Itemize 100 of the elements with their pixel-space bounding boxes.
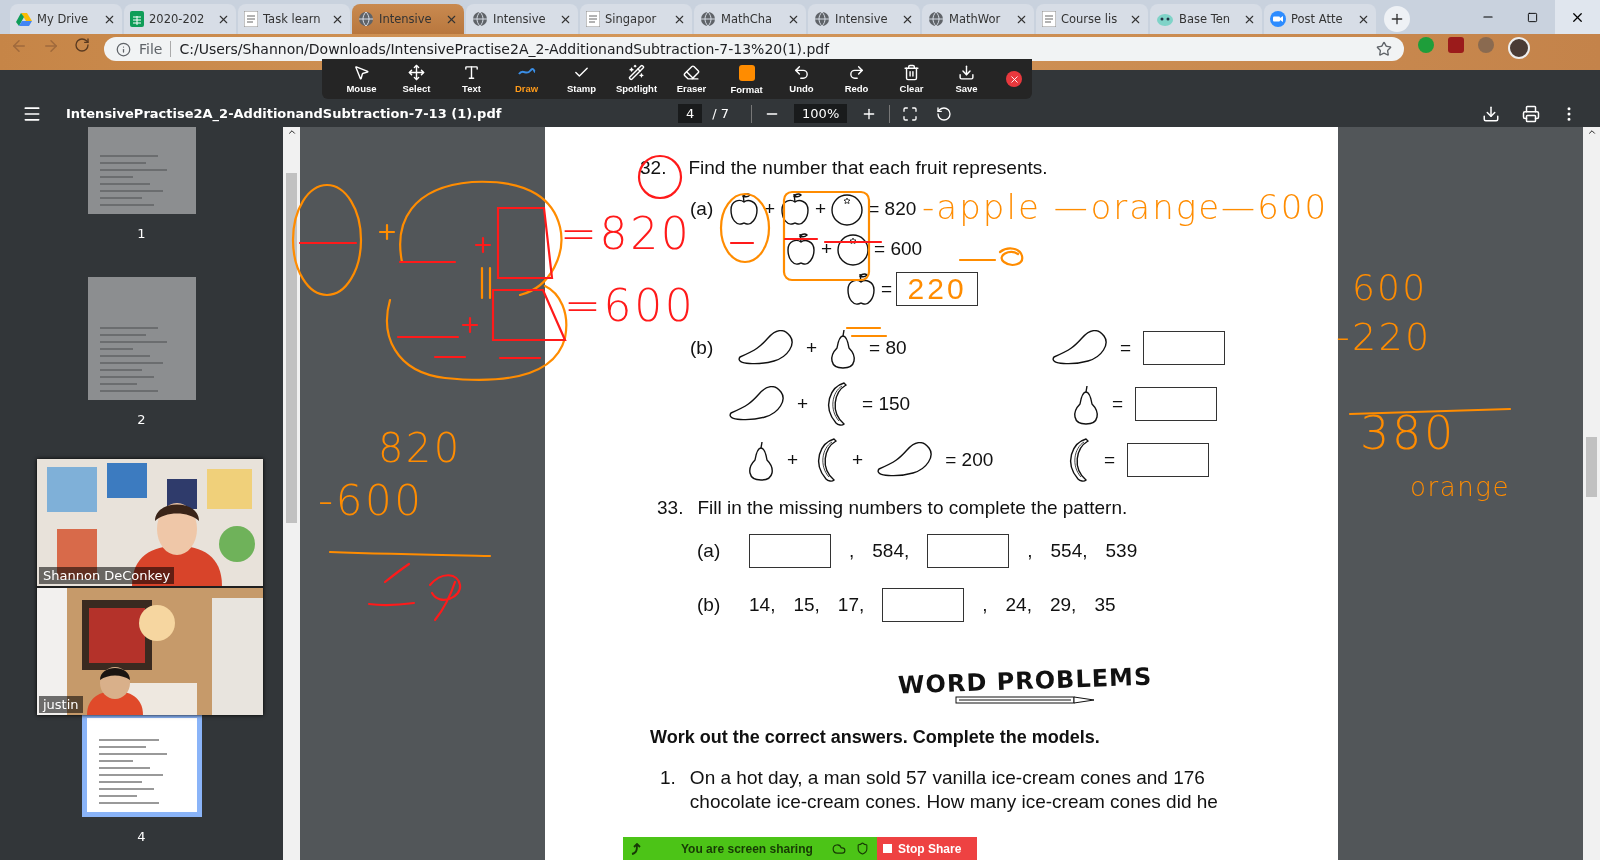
document-title: IntensivePractise2A_2-AdditionandSubtraction-7-13 (1).pdf (66, 106, 503, 121)
part-label: (a) (697, 540, 722, 562)
participant-name: Shannon DeConkey (39, 567, 175, 584)
scrollbar[interactable] (1583, 127, 1600, 860)
browser-tab[interactable]: Intensive (466, 4, 578, 34)
section-heading: WORD PROBLEMS (897, 662, 1153, 700)
browser-tab[interactable]: MathWor (922, 4, 1034, 34)
annotation-tool[interactable]: Format (719, 63, 774, 95)
browser-tab[interactable]: Singapor (580, 4, 692, 34)
participant-name: justin (39, 696, 83, 713)
browser-tab[interactable]: 2020-202 (124, 4, 236, 34)
video-camera-icon (1270, 11, 1286, 27)
browser-tab[interactable]: MathCha (694, 4, 806, 34)
annotation-tool[interactable]: Draw (499, 64, 554, 94)
browser-tab[interactable]: Post Atte (1264, 4, 1376, 34)
equation-text: 35 (1094, 594, 1116, 616)
document-icon (586, 11, 600, 27)
apple-icon (779, 191, 812, 227)
annotation-tool[interactable]: Spotlight (609, 64, 664, 94)
color-swatch-icon (737, 63, 756, 82)
page-count: / 7 (712, 106, 730, 121)
new-tab-button[interactable] (1384, 6, 1410, 32)
document-icon (244, 11, 258, 27)
redo-icon (848, 64, 865, 81)
fit-page-icon[interactable] (902, 105, 919, 122)
handwritten-note: =820 (560, 212, 692, 256)
zoom-field[interactable]: 100% (794, 104, 848, 123)
robot-icon (1156, 11, 1174, 27)
handwritten-answer: 220 (907, 272, 967, 306)
handwritten-note: 600 (1352, 270, 1428, 306)
browser-tab[interactable]: Course lis (1036, 4, 1148, 34)
equation-text: , (982, 594, 988, 616)
equation-text: + (787, 449, 799, 471)
wand-icon (628, 64, 645, 81)
page-number-field[interactable]: 4 (678, 104, 703, 123)
close-button[interactable] (1555, 0, 1600, 34)
browser-tab[interactable]: My Drive (10, 4, 122, 34)
close-icon[interactable] (1006, 71, 1022, 87)
equation-text: 24, (1005, 594, 1032, 616)
download-icon[interactable] (1482, 104, 1500, 123)
equation-text: = (1112, 393, 1124, 415)
shield-icon (856, 842, 869, 855)
page-thumbnail[interactable] (81, 713, 202, 817)
page-thumbnail[interactable] (87, 276, 196, 401)
info-icon[interactable] (116, 41, 131, 57)
annotation-tool[interactable]: Eraser (664, 64, 719, 94)
citrus-fruit-icon (830, 192, 865, 226)
eraser-icon (683, 64, 700, 81)
equation-text: + (821, 238, 833, 260)
apple-icon (845, 271, 877, 307)
handwritten-note: 380 (1360, 410, 1457, 456)
address-bar[interactable]: File C:/Users/Shannon/Downloads/IntensivePractise2A_2-AdditionandSubtraction-7-13%20(1).pdf (104, 37, 1404, 61)
handwritten-note: 820 (378, 428, 462, 468)
document-icon (1042, 11, 1056, 27)
mango-icon (727, 386, 785, 422)
pencil-icon (955, 695, 1095, 705)
bookmark-star-icon[interactable] (1376, 41, 1392, 57)
annotation-tool[interactable]: Redo (829, 64, 884, 94)
mango-icon (1050, 330, 1108, 366)
question-number: 32. (640, 157, 667, 179)
annotation-tool[interactable]: Select (389, 64, 444, 94)
browser-tab[interactable]: Task learn (238, 4, 350, 34)
profile-avatar[interactable] (1508, 37, 1530, 59)
mango-icon (736, 330, 794, 366)
browser-tab[interactable]: Intensive (808, 4, 920, 34)
scroll-up-icon[interactable] (286, 127, 297, 137)
equation-text: 14, (749, 594, 776, 616)
problem-number: 1. (660, 766, 676, 790)
instruction-text: Work out the correct answers. Complete the models. (650, 727, 1101, 748)
rotate-icon[interactable] (936, 105, 953, 122)
equation-text: , (1027, 540, 1033, 562)
handwritten-note: =600 (564, 284, 696, 328)
annotation-tool[interactable]: Mouse (334, 64, 389, 94)
restore-icon (1527, 11, 1538, 23)
globe-icon (700, 11, 716, 27)
annotation-tool[interactable]: Stamp (554, 64, 609, 94)
annotation-tool[interactable]: Save (939, 64, 994, 94)
equation-text: = 150 (862, 393, 911, 415)
browser-tab[interactable]: Base Ten (1150, 4, 1262, 34)
scroll-thumb[interactable] (286, 173, 297, 523)
annotation-tool[interactable]: Clear (884, 64, 939, 94)
equation-text: 17, (837, 594, 865, 616)
reload-icon[interactable] (74, 37, 90, 53)
scroll-up-icon[interactable] (1586, 127, 1597, 137)
print-icon[interactable] (1522, 104, 1540, 123)
plus-icon (1389, 11, 1405, 27)
stop-share-button[interactable]: Stop Share (877, 837, 977, 860)
equation-text: + (806, 337, 818, 359)
drive-icon (16, 11, 32, 27)
annotation-tool[interactable]: Text (444, 64, 499, 94)
scrollbar[interactable] (283, 127, 300, 860)
browser-tab[interactable]: Intensive (352, 4, 464, 34)
equation-text: 15, (793, 594, 820, 616)
part-label: (a) (690, 198, 715, 220)
annotation-tool[interactable]: Undo (774, 64, 829, 94)
mango-icon (875, 442, 934, 478)
globe-icon (358, 11, 374, 27)
equation-text: = (1120, 337, 1132, 359)
page-thumbnail[interactable] (87, 127, 196, 214)
scroll-thumb[interactable] (1586, 437, 1597, 497)
